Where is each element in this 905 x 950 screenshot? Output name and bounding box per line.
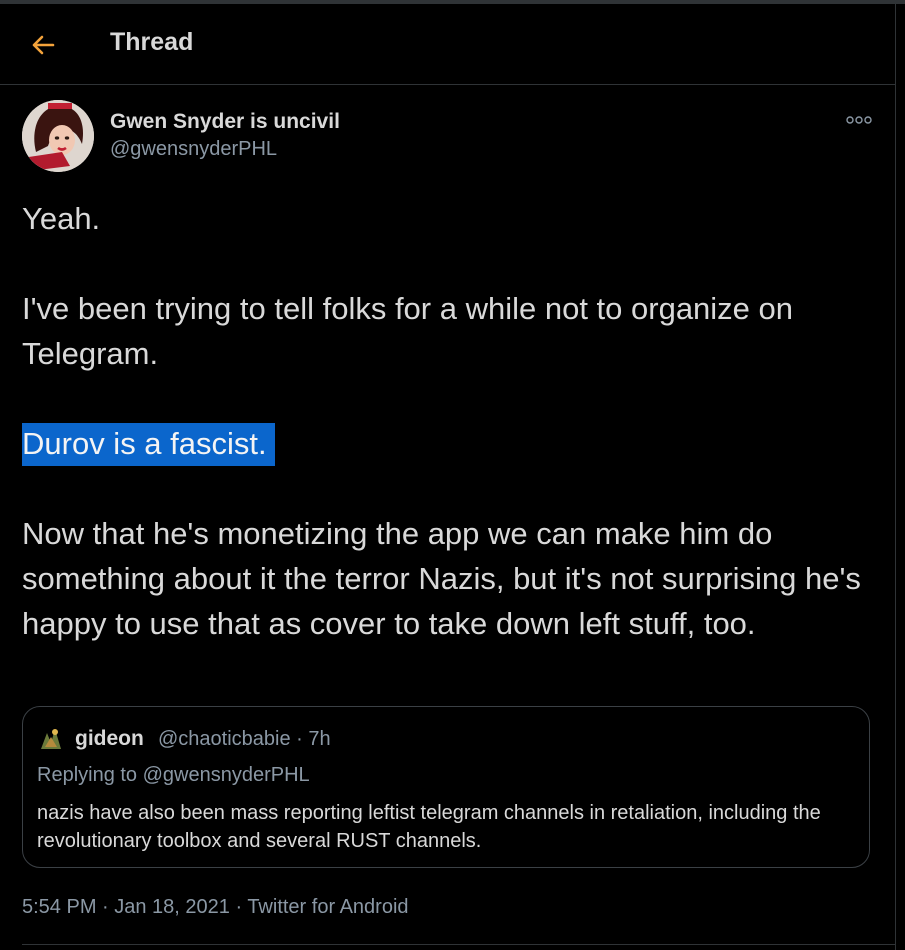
more-options-button[interactable] <box>846 110 872 130</box>
divider <box>22 944 895 945</box>
page-title: Thread <box>110 28 194 56</box>
tweet-paragraph-highlighted: Durov is a fascist. <box>22 421 882 466</box>
quote-author-name: gideon <box>75 727 144 750</box>
quoted-tweet[interactable]: gideon @chaoticbabie · 7h Replying to @g… <box>22 706 870 868</box>
author-name[interactable]: Gwen Snyder is uncivil <box>110 110 340 134</box>
thread-header: Thread <box>0 4 895 85</box>
quote-avatar <box>37 725 65 753</box>
tweet-timestamp[interactable]: 5:54 PM · Jan 18, 2021 · Twitter for And… <box>22 896 409 919</box>
selected-text: Durov is a fascist. <box>22 423 275 466</box>
quote-replying-to: Replying to @gwensnyderPHL <box>37 764 310 786</box>
more-options-icon <box>846 116 872 124</box>
quote-text: nazis have also been mass reporting left… <box>37 802 821 852</box>
author-handle[interactable]: @gwensnyderPHL <box>110 138 277 161</box>
back-button[interactable] <box>28 30 58 60</box>
tweet-paragraph: Now that he's monetizing the app we can … <box>22 516 861 641</box>
arrow-left-icon <box>32 35 55 55</box>
tweet-paragraph: Yeah. <box>22 201 101 236</box>
quote-author-handle: @chaoticbabie · 7h <box>158 728 331 750</box>
avatar[interactable] <box>22 100 94 172</box>
tweet-text: Yeah. I've been trying to tell folks for… <box>22 196 882 646</box>
tweet-paragraph: I've been trying to tell folks for a whi… <box>22 291 794 371</box>
column-border <box>895 0 896 950</box>
